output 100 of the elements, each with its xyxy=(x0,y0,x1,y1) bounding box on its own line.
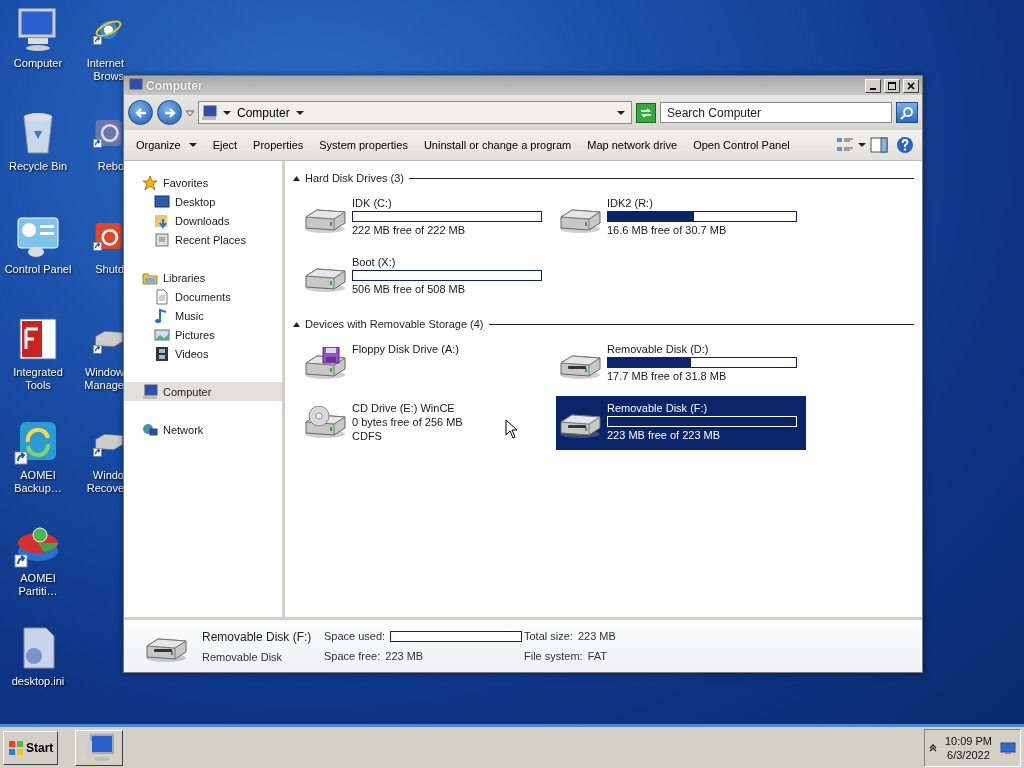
navigation-item[interactable]: Pictures xyxy=(124,325,282,344)
drive-name: Boot (X:) xyxy=(352,256,397,268)
desktop-icon-label[interactable]: Shutd xyxy=(95,263,124,276)
desktop-icon-label[interactable]: desktop.ini xyxy=(11,675,65,688)
search-button[interactable] xyxy=(896,102,918,123)
drive-name: Floppy Disk Drive (A:) xyxy=(352,343,459,355)
details-label: Space free: xyxy=(324,650,381,662)
collapse-arrow-icon[interactable] xyxy=(293,321,300,327)
drive-item[interactable]: IDK (C:) 222 MB free of 222 MB xyxy=(301,191,551,245)
navigation-label: Videos xyxy=(175,347,209,360)
navigation-item[interactable]: Music xyxy=(124,306,282,325)
navigation-item[interactable]: Favorites xyxy=(124,173,282,192)
desktop-icon-label[interactable]: Windo Recove xyxy=(80,469,124,495)
desktop-icon-label[interactable]: Computer xyxy=(13,57,63,70)
maximize-button[interactable] xyxy=(884,78,900,93)
details-label: Total size: xyxy=(524,630,573,642)
clock-time[interactable]: 10:09 PM xyxy=(944,734,992,747)
drive-item[interactable]: Boot (X:) 506 MB free of 508 MB xyxy=(301,250,551,304)
navigation-label: Libraries xyxy=(163,271,206,284)
maximize-icon xyxy=(888,81,896,90)
chevron-up-icon[interactable] xyxy=(928,743,937,752)
minimize-button[interactable] xyxy=(865,78,881,93)
drive-info: 223 MB free of 223 MB xyxy=(607,429,722,441)
back-arrow-icon xyxy=(133,105,148,120)
download-folder-icon xyxy=(154,212,170,229)
group-header[interactable]: Hard Disk Drives (3) xyxy=(305,172,404,184)
drive-info: 16.6 MB free of 30.7 MB xyxy=(607,224,728,236)
desktop-icon-label[interactable]: Recycle Bin xyxy=(8,160,68,173)
drive-item[interactable]: Removable Disk (D:) 17.7 MB free of 31.8 MB xyxy=(556,337,806,391)
navigation-item[interactable]: Recent Places xyxy=(124,230,282,249)
monitor-icon[interactable] xyxy=(1000,741,1016,754)
group-header[interactable]: Devices with Removable Storage (4) xyxy=(305,318,484,330)
drive-info: CDFS xyxy=(352,430,383,442)
toolbar-button[interactable]: Uninstall or change a program xyxy=(415,135,580,155)
address-path[interactable]: Computer xyxy=(237,105,290,120)
drive-name: Removable Disk (F:) xyxy=(607,402,709,414)
desktop-icon-label[interactable]: Rebo xyxy=(97,160,124,173)
network-icon xyxy=(142,421,158,438)
film-icon xyxy=(154,345,170,362)
history-caret-icon[interactable] xyxy=(186,108,194,117)
view-options-icon[interactable] xyxy=(836,136,854,154)
refresh-arrows-icon xyxy=(639,105,653,120)
star-icon xyxy=(142,174,158,191)
preview-pane-icon[interactable] xyxy=(870,136,888,154)
drive-item[interactable]: Removable Disk (F:) 223 MB free of 223 MB xyxy=(556,396,806,450)
taskbar-computer-button[interactable] xyxy=(75,729,124,766)
drive-item[interactable]: Floppy Disk Drive (A:) xyxy=(301,337,551,391)
navigation-label: Computer xyxy=(163,385,212,398)
desktop-icon-label[interactable]: Window Manage xyxy=(80,366,124,392)
navigation-item[interactable]: Downloads xyxy=(124,211,282,230)
navigation-item[interactable]: Computer xyxy=(124,382,282,401)
desktop-icon xyxy=(154,193,170,210)
toolbar-button[interactable]: Map network drive xyxy=(579,135,686,155)
search-field[interactable]: Search Computer xyxy=(660,102,892,123)
navigation-label: Desktop xyxy=(175,195,216,208)
minimize-icon xyxy=(870,87,876,90)
toolbar-button[interactable]: Eject xyxy=(204,135,246,155)
pictures-icon xyxy=(154,326,170,343)
desktop-icon-label[interactable]: Control Panel xyxy=(4,263,72,276)
drive-name: CD Drive (E:) WinCE xyxy=(352,402,456,414)
drive-item[interactable]: IDK2 (R:) 16.6 MB free of 30.7 MB xyxy=(556,191,806,245)
details-value: 223 MB xyxy=(577,630,616,642)
drive-item[interactable]: CD Drive (E:) WinCE 0 bytes free of 256 MB CDFS xyxy=(301,396,551,450)
start-button[interactable]: Start xyxy=(3,730,59,765)
windows-logo-icon xyxy=(8,739,24,756)
help-icon[interactable] xyxy=(896,136,914,154)
window-title: Computer xyxy=(146,78,204,93)
desktop-icon-label[interactable]: Integrated Tools xyxy=(1,366,75,392)
navigation-item[interactable]: Videos xyxy=(124,344,282,363)
toolbar-button[interactable]: System properties xyxy=(311,135,416,155)
desktop-icon-label[interactable]: Internet Brows xyxy=(80,57,124,83)
forward-arrow-icon xyxy=(162,105,177,120)
forward-button[interactable] xyxy=(157,100,182,125)
navigation-item[interactable]: Network xyxy=(124,420,282,439)
view-caret-icon xyxy=(858,141,866,149)
navigation-label: Network xyxy=(163,423,204,436)
navigation-item[interactable]: Desktop xyxy=(124,192,282,211)
back-button[interactable] xyxy=(128,100,153,125)
navigation-label: Documents xyxy=(175,290,231,303)
toolbar-button[interactable]: Open Control Panel xyxy=(685,135,798,155)
address-bar[interactable]: Computer xyxy=(198,101,632,124)
drive-info: 222 MB free of 222 MB xyxy=(352,224,467,236)
collapse-arrow-icon[interactable] xyxy=(293,175,300,181)
address-dropdown-icon xyxy=(617,108,625,117)
caret-icon xyxy=(188,141,197,149)
clock-date[interactable]: 6/3/2022 xyxy=(947,748,990,761)
details-value: 223 MB xyxy=(385,650,424,662)
navigation-label: Pictures xyxy=(175,328,215,341)
toolbar-button[interactable]: Organize xyxy=(128,135,205,155)
navigation-item[interactable]: Libraries xyxy=(124,268,282,287)
close-button[interactable] xyxy=(903,78,919,93)
refresh-button[interactable] xyxy=(636,102,656,123)
navigation-item[interactable]: Documents xyxy=(124,287,282,306)
desktop-icon-label[interactable]: AOMEI Backup… xyxy=(1,469,75,495)
drive-name: IDK (C:) xyxy=(352,197,393,209)
breadcrumb-caret-icon xyxy=(295,108,304,117)
toolbar-button[interactable]: Properties xyxy=(245,135,312,155)
navigation-label: Music xyxy=(175,309,204,322)
desktop-icon-label[interactable]: AOMEI Partiti… xyxy=(1,572,75,598)
navigation-label: Downloads xyxy=(175,214,230,227)
